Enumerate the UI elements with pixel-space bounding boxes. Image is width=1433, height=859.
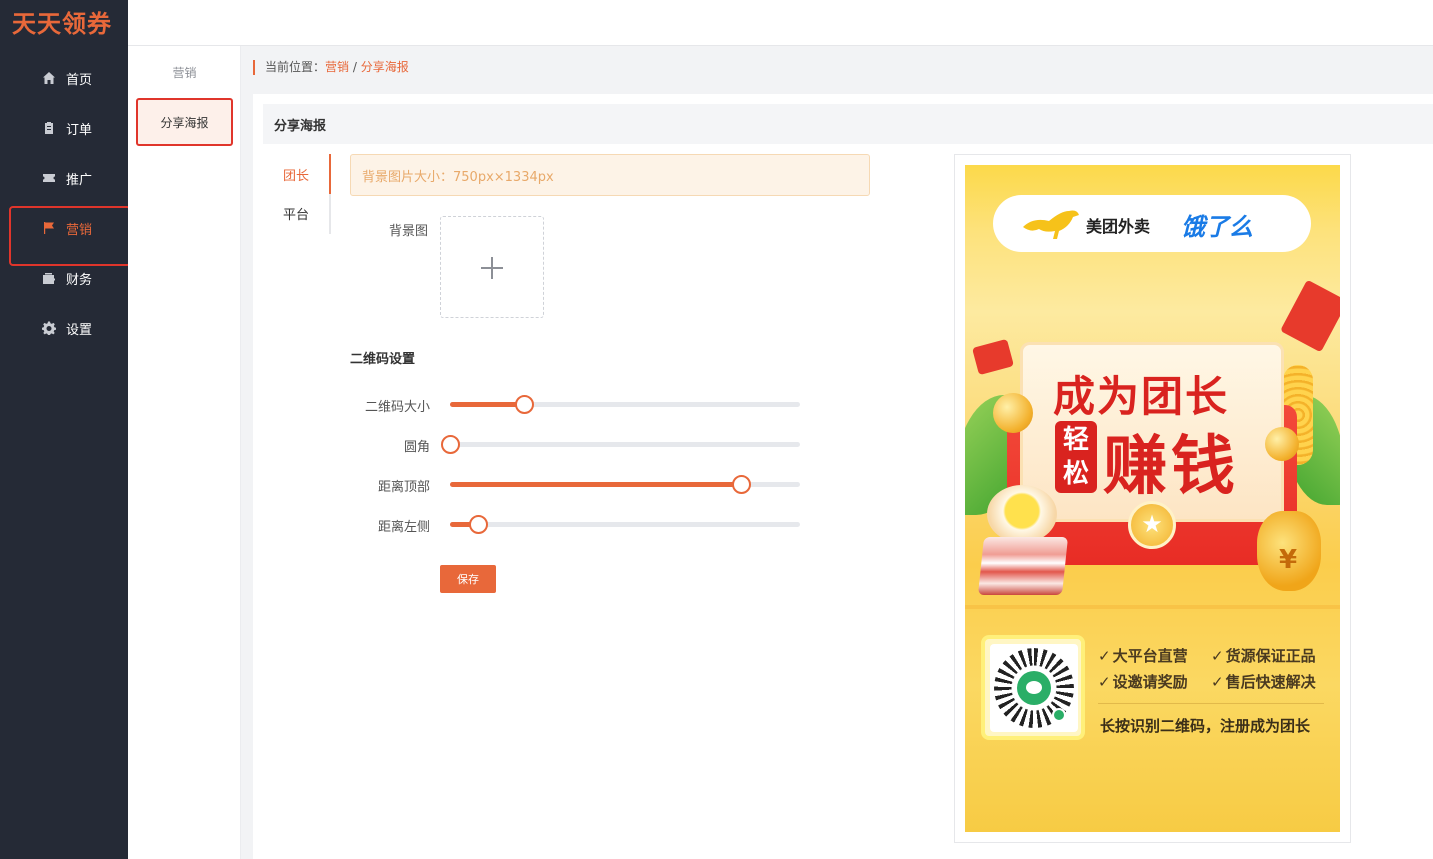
poster-headline-main: 赚钱 <box>1103 430 1239 504</box>
slider-label-corner-radius: 圆角 <box>403 440 430 455</box>
yuan-symbol: ¥ <box>1279 545 1298 575</box>
egg-decoration <box>987 485 1057 543</box>
secondary-nav-title: 营销 <box>172 66 197 80</box>
star-icon: ★ <box>1141 510 1163 538</box>
sidebar-item-label: 营销 <box>66 222 93 238</box>
star-medal-icon: ★ <box>1128 501 1176 549</box>
brand-banner: 美团外卖 饿了么 <box>993 195 1311 252</box>
coin-icon <box>993 393 1033 433</box>
money-bag-icon: ¥ <box>1257 511 1321 591</box>
slider-thumb[interactable] <box>441 435 460 454</box>
background-image-label: 背景图 <box>388 224 428 239</box>
breadcrumb-current: 分享海报 <box>360 60 409 74</box>
check-icon: ✓ <box>1098 647 1111 665</box>
coin-icon <box>1265 427 1299 461</box>
slider-label-top-offset: 距离顶部 <box>377 480 430 495</box>
slider-label-qr-size: 二维码大小 <box>364 400 430 415</box>
tab-leader[interactable]: 团长 <box>275 156 330 192</box>
sidebar-item-label: 订单 <box>66 122 93 138</box>
pork-decoration <box>977 537 1069 595</box>
slider-thumb[interactable] <box>514 395 534 414</box>
slider-thumb[interactable] <box>469 515 488 534</box>
card-title: 分享海报 <box>263 104 1433 144</box>
breadcrumb-separator: / <box>349 60 361 74</box>
sidebar: 天天领券 首页 订单 推广 营销 财务 设置 <box>0 0 131 859</box>
feature-item: ✓ 售后快速解决 <box>1211 671 1316 692</box>
poster-headline-tag: 轻松 <box>1055 421 1097 493</box>
check-icon: ✓ <box>1211 673 1224 691</box>
poster-divider <box>965 605 1340 609</box>
home-icon <box>43 72 55 84</box>
top-offset-slider[interactable] <box>450 475 800 494</box>
red-envelope-decoration <box>971 338 1015 376</box>
poster-preview: 美团外卖 饿了么 成为团长 轻松 赚钱 ★ ¥ ✓ 大平台直营 ✓ 货源保证正品 ✓… <box>965 165 1340 832</box>
check-icon: ✓ <box>1098 673 1111 691</box>
plus-icon-vertical <box>491 257 493 279</box>
secondary-nav-item-share-poster[interactable]: 分享海报 <box>136 98 233 146</box>
sidebar-item-settings[interactable]: 设置 <box>0 303 128 353</box>
background-image-upload[interactable] <box>440 216 544 318</box>
slider-fill <box>450 482 741 487</box>
tab-active-indicator <box>329 154 331 194</box>
qr-size-slider[interactable] <box>450 395 800 414</box>
clipboard-icon <box>45 122 53 134</box>
corner-radius-slider[interactable] <box>441 435 800 454</box>
breadcrumb-link-marketing[interactable]: 营销 <box>325 60 349 74</box>
flag-icon <box>44 222 54 234</box>
sidebar-item-label: 设置 <box>66 322 93 338</box>
sidebar-item-finance[interactable]: 财务 <box>0 253 128 303</box>
tab-platform[interactable]: 平台 <box>275 195 330 231</box>
left-offset-slider[interactable] <box>450 515 800 534</box>
scan-instruction: 长按识别二维码，注册成为团长 <box>1100 717 1311 735</box>
check-icon: ✓ <box>1211 647 1224 665</box>
sidebar-item-label: 财务 <box>66 272 93 288</box>
qr-code <box>990 644 1078 732</box>
sidebar-item-orders[interactable]: 订单 <box>0 103 128 153</box>
eleme-brand: 饿了么 <box>1181 213 1253 241</box>
wallet-icon <box>43 273 55 284</box>
secondary-nav: 营销 分享海报 <box>128 46 241 859</box>
feature-item: ✓ 大平台直营 <box>1098 645 1188 666</box>
sidebar-item-label: 首页 <box>66 72 93 88</box>
sidebar-item-label: 推广 <box>66 172 93 188</box>
meituan-brand: 美团外卖 <box>1086 217 1151 236</box>
size-tip-alert: 背景图片大小：750px×1334px <box>350 154 870 196</box>
sidebar-item-home[interactable]: 首页 <box>0 53 128 103</box>
feature-item: ✓ 设邀请奖励 <box>1098 671 1188 692</box>
red-envelope-decoration <box>1280 279 1340 353</box>
save-button[interactable]: 保存 <box>440 565 496 593</box>
sidebar-item-promotion[interactable]: 推广 <box>0 153 128 203</box>
slider-thumb[interactable] <box>731 475 751 494</box>
feature-text: 售后快速解决 <box>1225 673 1316 691</box>
sidebar-item-marketing[interactable]: 营销 <box>0 203 131 266</box>
poster-feature-divider <box>1098 703 1324 704</box>
ticket-icon <box>43 174 55 182</box>
feature-text: 设邀请奖励 <box>1112 673 1188 691</box>
breadcrumb: 当前位置：营销 / 分享海报 <box>253 60 409 75</box>
gear-icon <box>42 321 56 335</box>
feature-item: ✓ 货源保证正品 <box>1211 645 1316 666</box>
slider-label-left-offset: 距离左侧 <box>377 520 430 535</box>
kangaroo-logo-icon <box>1023 210 1079 239</box>
wechat-icon <box>1017 671 1051 705</box>
mini-program-icon <box>1052 708 1066 722</box>
breadcrumb-prefix: 当前位置： <box>265 60 326 74</box>
feature-text: 大平台直营 <box>1112 647 1188 665</box>
top-bar <box>128 0 1433 46</box>
feature-text: 货源保证正品 <box>1225 647 1316 665</box>
slider-fill <box>450 402 524 407</box>
app-logo[interactable]: 天天领券 <box>12 4 112 39</box>
qr-code-frame <box>981 635 1085 740</box>
qr-settings-title: 二维码设置 <box>350 352 416 367</box>
